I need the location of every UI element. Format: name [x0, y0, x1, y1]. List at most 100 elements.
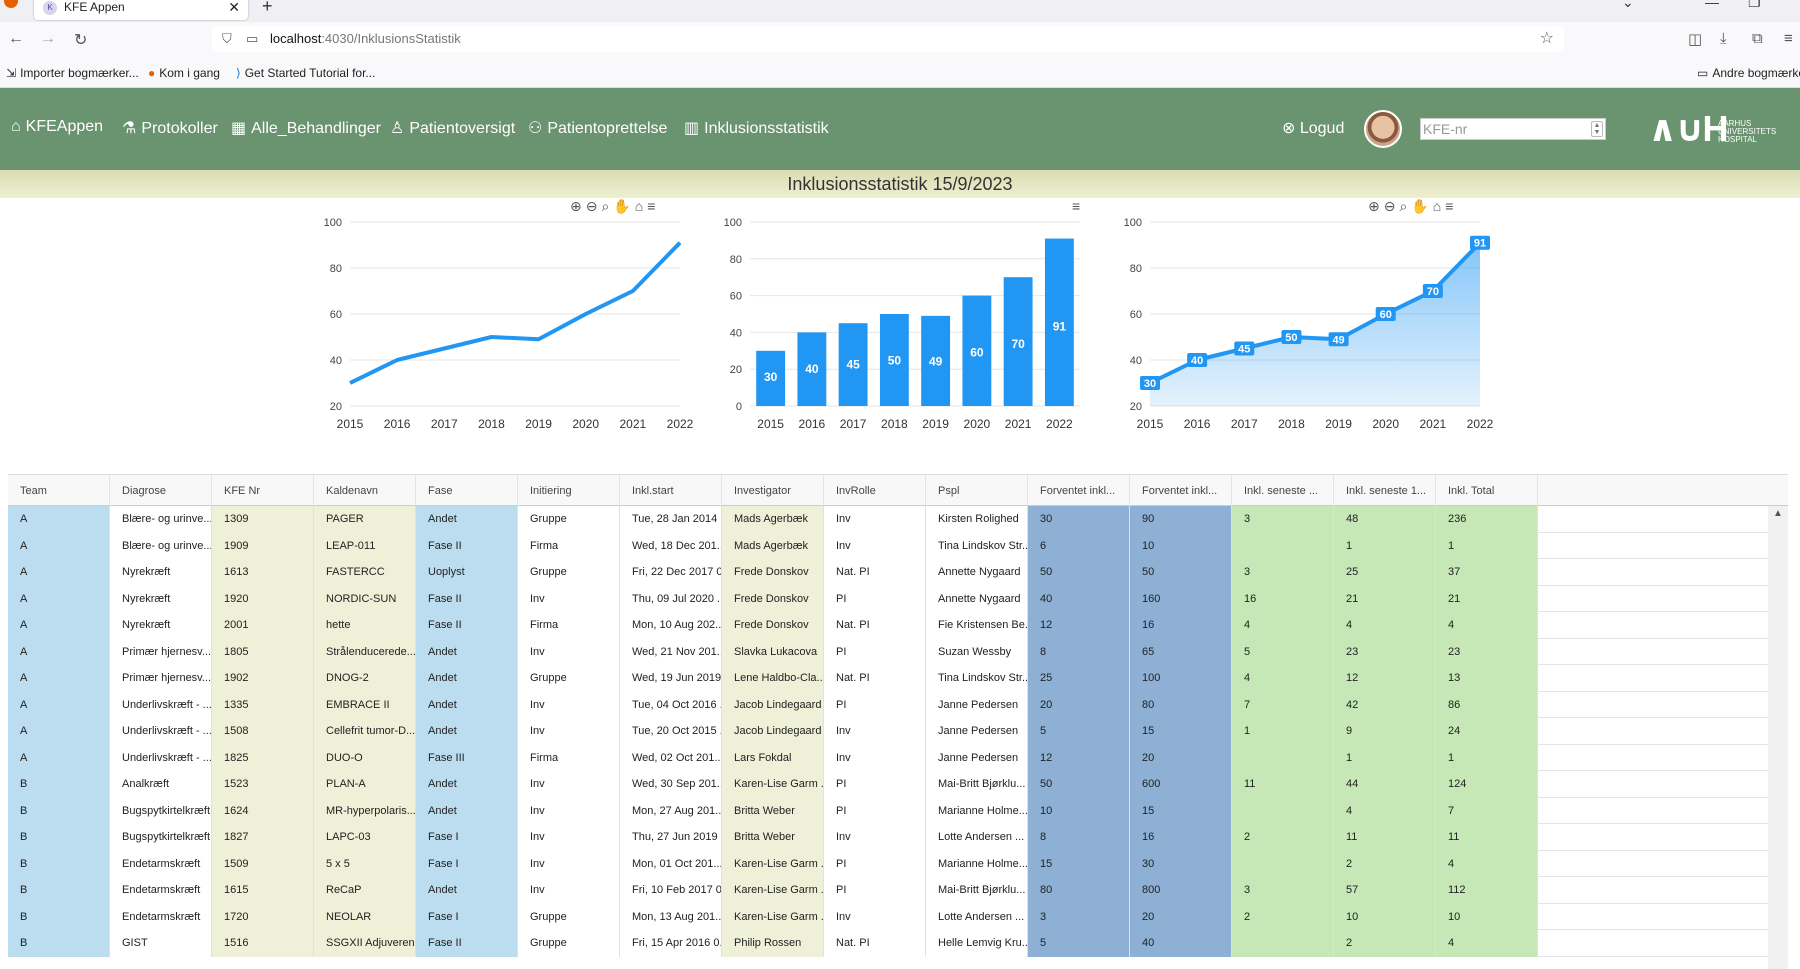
cell-kaldenavn: FASTERCC [314, 559, 416, 586]
zoom-select-icon[interactable]: ⌕ [1399, 198, 1407, 214]
table-row[interactable]: B Bugspytkirtelkræft 1624 MR-hyperpolaris..… [8, 797, 1768, 824]
table-row[interactable]: A Primær hjernesv... 1805 Strålenducerede..… [8, 638, 1768, 665]
column-header-initiering[interactable]: Initiering [518, 475, 620, 507]
bookmark-import[interactable]: ⇲ Importer bogmærker... [6, 66, 139, 80]
table-row[interactable]: B Endetarmskræft 1720 NEOLAR Fase I Gruppe Mon… [8, 903, 1768, 930]
scroll-up-icon[interactable]: ▲ [1773, 508, 1783, 519]
nav-patientoversigt[interactable]: ♙ Patientoversigt [390, 118, 515, 138]
zoom-select-icon[interactable]: ⌕ [601, 198, 609, 214]
pan-icon[interactable]: ✋ [613, 198, 630, 214]
cell-inkl-start: Fri, 10 Feb 2017 0... [620, 877, 722, 904]
menu-icon[interactable]: ≡ [1784, 30, 1793, 47]
new-tab-icon[interactable]: + [262, 0, 273, 17]
table-body: A Blære- og urinve... 1309 PAGER Andet Gruppe… [8, 506, 1768, 957]
bookmark-kom-i-gang[interactable]: ● Kom i gang [148, 66, 220, 80]
page-info-icon[interactable]: ▭ [246, 26, 258, 52]
column-header-kfe-nr[interactable]: KFE Nr [212, 475, 314, 507]
nav-protokoller[interactable]: ⚗ Protokoller [122, 118, 218, 138]
column-header-kaldenavn[interactable]: Kaldenavn [314, 475, 416, 507]
data-label: 40 [805, 362, 819, 376]
downloads-icon[interactable]: ⤓ [1720, 30, 1727, 47]
data-label: 70 [1427, 286, 1439, 298]
cell-diagnose: Blære- og urinve... [110, 506, 212, 533]
browser-tab[interactable]: K KFE Appen ✕ [34, 0, 248, 20]
table-row[interactable]: B Endetarmskræft 1509 5 x 5 Fase I Inv Mon, 01… [8, 850, 1768, 877]
table-row[interactable]: A Underlivskræft - ... 1508 Cellefrit tumor… [8, 718, 1768, 745]
table-row[interactable]: B GIST 1516 SSGXII Adjuveren... Fase II Grupp… [8, 930, 1768, 957]
logout-button[interactable]: ⊗ Logud [1282, 118, 1344, 138]
cell-inkl-seneste-2: 21 [1334, 585, 1436, 612]
chart-menu-icon[interactable]: ≡ [647, 198, 655, 214]
data-label: 49 [929, 354, 943, 368]
column-header-inkl-seneste-2[interactable]: Inkl. seneste 1... [1334, 475, 1436, 507]
column-header-invrolle[interactable]: InvRolle [824, 475, 926, 507]
zoom-in-icon[interactable]: ⊕ [1368, 198, 1380, 214]
reset-home-icon[interactable]: ⌂ [635, 198, 643, 214]
nav-home[interactable]: ⌂ KFEAppen [11, 118, 103, 136]
nav-alle-behandlinger[interactable]: ▦ Alle_Behandlinger [231, 118, 381, 138]
cell-diagnose: Bugspytkirtelkræft [110, 797, 212, 824]
cell-kaldenavn: ReCaP [314, 877, 416, 904]
column-header-inkl-start[interactable]: Inkl.start [620, 475, 722, 507]
nav-patientoprettelse[interactable]: ⚇ Patientoprettelse [528, 118, 667, 138]
zoom-out-icon[interactable]: ⊖ [1384, 198, 1396, 214]
column-header-inkl-seneste-1[interactable]: Inkl. seneste ... [1232, 475, 1334, 507]
chart-menu-icon[interactable]: ≡ [1445, 198, 1453, 214]
forward-icon[interactable]: → [40, 30, 56, 48]
column-header-pspl[interactable]: Pspl [926, 475, 1028, 507]
table-row[interactable]: A Nyrekræft 2001 hette Fase II Firma Mon, 10 A… [8, 612, 1768, 639]
list-tabs-icon[interactable]: ⌄ [1622, 0, 1634, 11]
bookmark-get-started[interactable]: ⟩ Get Started Tutorial for... [236, 66, 375, 80]
pocket-icon[interactable]: ◫ [1688, 30, 1702, 48]
zoom-out-icon[interactable]: ⊖ [586, 198, 598, 214]
table-row[interactable]: A Nyrekræft 1920 NORDIC-SUN Fase II Inv Thu, 0… [8, 585, 1768, 612]
kfe-nr-input[interactable]: KFE-nr ▲ ▼ [1420, 118, 1606, 140]
table-row[interactable]: A Underlivskræft - ... 1335 EMBRACE II Andet… [8, 691, 1768, 718]
cell-diagnose: Primær hjernesv... [110, 665, 212, 692]
close-tab-icon[interactable]: ✕ [228, 0, 240, 18]
restore-icon[interactable]: ❐ [1748, 0, 1761, 11]
spinner-icon[interactable]: ▲ ▼ [1591, 121, 1603, 137]
cell-inkl-seneste-1: 1 [1232, 718, 1334, 745]
url-bar[interactable]: ⛉ ▭ localhost:4030/InklusionsStatistik ☆ [212, 26, 1564, 52]
minimize-icon[interactable]: — [1705, 0, 1719, 10]
back-icon[interactable]: ← [8, 30, 24, 48]
cell-diagnose: Blære- og urinve... [110, 532, 212, 559]
shield-icon[interactable]: ⛉ [222, 26, 232, 52]
chart-menu-icon[interactable]: ≡ [1072, 198, 1080, 214]
table-row[interactable]: A Nyrekræft 1613 FASTERCC Uoplyst Gruppe Fri, … [8, 559, 1768, 586]
reset-home-icon[interactable]: ⌂ [1433, 198, 1441, 214]
cell-invrolle: PI [824, 850, 926, 877]
bookmark-other[interactable]: ▭ Andre bogmærker [1697, 66, 1800, 80]
y-tick-label: 20 [1130, 401, 1142, 413]
table-row[interactable]: A Blære- og urinve... 1309 PAGER Andet Gruppe… [8, 506, 1768, 533]
table-row[interactable]: A Blære- og urinve... 1909 LEAP-011 Fase II F… [8, 532, 1768, 559]
table-row[interactable]: A Primær hjernesv... 1902 DNOG-2 Andet Gruppe… [8, 665, 1768, 692]
x-tick-label: 2017 [840, 417, 867, 431]
nav-inklusionsstatistik[interactable]: ▥ Inklusionsstatistik [684, 118, 829, 138]
y-tick-label: 60 [730, 291, 742, 303]
column-header-forventet-1[interactable]: Forventet inkl... [1028, 475, 1130, 507]
column-header-team[interactable]: Team [8, 475, 110, 507]
column-header-inkl-total[interactable]: Inkl. Total [1436, 475, 1538, 507]
extensions-icon[interactable]: ⧉ [1752, 30, 1763, 47]
bookmark-star-icon[interactable]: ☆ [1540, 26, 1554, 52]
reload-icon[interactable]: ↻ [74, 30, 87, 50]
column-header-diagnose[interactable]: Diagrose [110, 475, 212, 507]
table-row[interactable]: B Endetarmskræft 1615 ReCaP Andet Inv Fri, 10 … [8, 877, 1768, 904]
cell-inkl-seneste-1 [1232, 850, 1334, 877]
pan-icon[interactable]: ✋ [1411, 198, 1428, 214]
vertical-scrollbar[interactable]: ▲ [1768, 506, 1788, 969]
table-row[interactable]: A Underlivskræft - ... 1825 DUO-O Fase III Fi… [8, 744, 1768, 771]
table-row[interactable]: B Bugspytkirtelkræft 1827 LAPC-03 Fase I Inv T… [8, 824, 1768, 851]
cell-inkl-seneste-2: 57 [1334, 877, 1436, 904]
column-header-investigator[interactable]: Investigator [722, 475, 824, 507]
table-row[interactable]: B Analkræft 1523 PLAN-A Andet Inv Wed, 30 Sep … [8, 771, 1768, 798]
column-header-fase[interactable]: Fase [416, 475, 518, 507]
zoom-in-icon[interactable]: ⊕ [570, 198, 582, 214]
firefox-icon[interactable] [4, 0, 18, 8]
column-header-forventet-2[interactable]: Forventet inkl... [1130, 475, 1232, 507]
cell-kaldenavn: NEOLAR [314, 903, 416, 930]
avatar[interactable] [1364, 110, 1402, 148]
cell-initiering: Inv [518, 877, 620, 904]
